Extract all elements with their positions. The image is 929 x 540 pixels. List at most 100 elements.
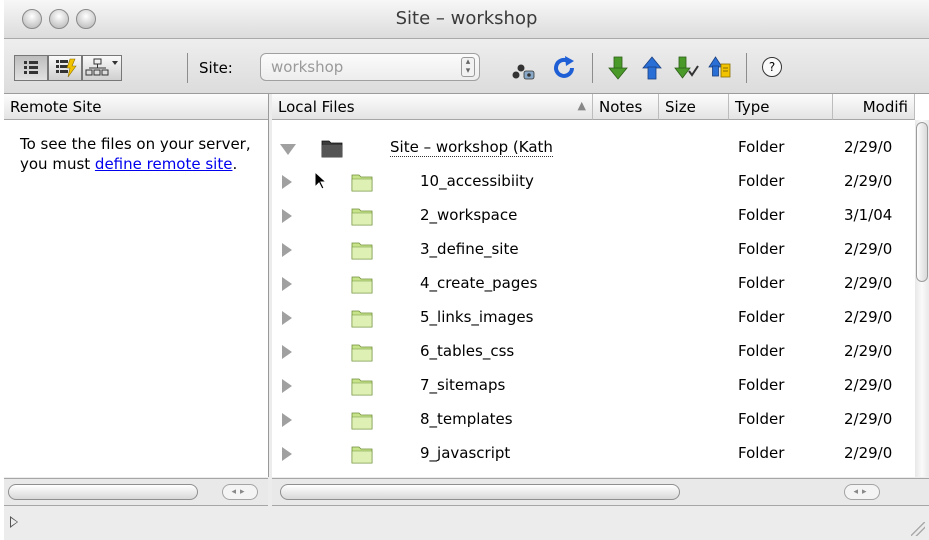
folder-icon [351,344,373,362]
expanded-triangle-icon[interactable] [280,144,296,155]
check-out-icon[interactable] [672,53,700,83]
remote-horizontal-scroll-thumb[interactable] [8,484,198,500]
help-button[interactable]: ? [762,57,782,77]
connect-remote-icon[interactable] [510,53,538,83]
collapsed-triangle-icon[interactable] [282,175,292,189]
local-scroll-arrows-icon[interactable]: ◂▸ [844,484,880,500]
tree-row[interactable]: 4_create_pages Folder 2/29/0 [272,268,912,302]
folder-modified: 2/29/0 [844,172,893,190]
folder-name: 10_accessibiity [420,172,534,190]
collapsed-triangle-icon[interactable] [282,277,292,291]
folder-type: Folder [738,172,785,190]
folder-icon [351,310,373,328]
column-type[interactable]: Type [729,94,833,120]
folder-name: 2_workspace [420,206,518,224]
column-notes[interactable]: Notes [593,94,659,120]
tree-row[interactable]: 7_sitemaps Folder 2/29/0 [272,370,912,404]
site-label: Site: [199,59,233,77]
tree-row[interactable]: 3_define_site Folder 2/29/0 [272,234,912,268]
resize-grip-icon[interactable] [911,522,925,536]
folder-name: 5_links_images [420,308,534,326]
site-map-view-button[interactable] [82,55,122,81]
folder-modified: 2/29/0 [844,410,893,428]
title-bar: Site – workshop [4,0,929,39]
folder-icon [351,242,373,260]
folder-icon [351,412,373,430]
collapsed-triangle-icon[interactable] [282,209,292,223]
local-horizontal-scroll-thumb[interactable] [280,484,680,500]
folder-icon [351,208,373,226]
tree-row[interactable]: 10_accessibiity Folder 2/29/0 [272,166,912,200]
folder-type: Folder [738,308,785,326]
tree-row[interactable]: 8_templates Folder 2/29/0 [272,404,912,438]
remote-site-message: To see the files on your server, you mus… [20,134,268,174]
site-files-view-button[interactable] [14,55,48,81]
root-folder-type: Folder [738,138,785,156]
folder-icon [351,174,373,192]
collapsed-triangle-icon[interactable] [282,345,292,359]
tree-row[interactable]: 2_workspace Folder 3/1/04 [272,200,912,234]
testing-server-view-button[interactable] [48,55,82,81]
put-files-icon[interactable] [638,53,666,83]
root-folder-modified: 2/29/0 [844,138,893,156]
toolbar-separator [592,53,593,83]
column-local-files-label: Local Files [278,98,355,116]
tree-row[interactable]: 5_links_images Folder 2/29/0 [272,302,912,336]
local-files-panel: Local Files ▲ Notes Size Type Modifi Sit… [272,94,929,477]
remote-site-header[interactable]: Remote Site [4,94,268,120]
folder-name: 9_javascript [420,444,511,462]
mouse-cursor-icon [314,170,328,190]
local-vertical-scrollbar[interactable] [915,120,929,477]
site-window: Site – workshop Site: workshop ▴ ▾ ? Rem… [4,0,929,540]
tree-row[interactable]: 9_javascript Folder 2/29/0 [272,438,912,472]
column-size[interactable]: Size [659,94,729,120]
toolbar-separator [746,53,747,83]
define-remote-site-link[interactable]: define remote site [95,155,233,173]
local-vertical-scroll-thumb[interactable] [916,122,928,282]
folder-name: 6_tables_css [420,342,515,360]
folder-modified: 2/29/0 [844,274,893,292]
site-select-value: workshop [271,58,344,76]
folder-modified: 2/29/0 [844,376,893,394]
site-select-stepper-icon: ▴ ▾ [461,57,475,77]
folder-modified: 2/29/0 [844,444,893,462]
sort-ascending-icon: ▲ [577,99,586,112]
toolbar: Site: workshop ▴ ▾ ? [4,39,929,94]
folder-type: Folder [738,376,785,394]
column-local-files[interactable]: Local Files ▲ [272,94,593,120]
folder-icon [351,378,373,396]
folder-type: Folder [738,410,785,428]
collapsed-triangle-icon[interactable] [282,447,292,461]
folder-name: 8_templates [420,410,513,428]
folder-modified: 2/29/0 [844,308,893,326]
folder-modified: 2/29/0 [844,342,893,360]
local-horizontal-scrollbar[interactable]: ◂▸ [272,478,929,506]
folder-type: Folder [738,444,785,462]
folder-name: 4_create_pages [420,274,538,292]
refresh-icon[interactable] [550,53,578,83]
remote-message-end: . [232,155,238,173]
folder-type: Folder [738,240,785,258]
check-in-icon[interactable] [706,53,734,83]
folder-icon [351,446,373,464]
site-select[interactable]: workshop ▴ ▾ [260,53,480,81]
files-view-icon [24,61,38,74]
folder-type: Folder [738,342,785,360]
collapsed-triangle-icon[interactable] [282,243,292,257]
status-bar [4,506,929,540]
folder-name: 3_define_site [420,240,519,258]
log-disclosure-icon[interactable] [10,516,18,528]
remote-scroll-arrows-icon[interactable]: ◂▸ [222,484,258,500]
help-icon: ? [768,60,776,74]
tree-row[interactable]: 6_tables_css Folder 2/29/0 [272,336,912,370]
collapsed-triangle-icon[interactable] [282,379,292,393]
remote-horizontal-scrollbar[interactable]: ◂▸ [4,478,268,506]
collapsed-triangle-icon[interactable] [282,413,292,427]
remote-site-panel: Remote Site To see the files on your ser… [4,94,269,477]
get-files-icon[interactable] [604,53,632,83]
folder-icon [351,276,373,294]
column-modified[interactable]: Modifi [833,94,915,120]
tree-row-root[interactable]: Site – workshop (Kath Folder 2/29/0 [272,132,912,166]
collapsed-triangle-icon[interactable] [282,311,292,325]
folder-modified: 2/29/0 [844,240,893,258]
